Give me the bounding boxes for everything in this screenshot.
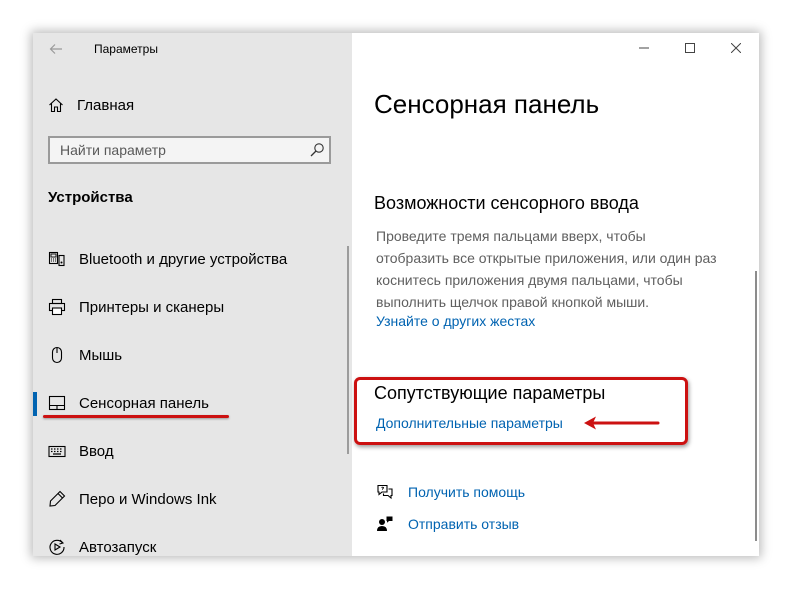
- send-feedback-label: Отправить отзыв: [408, 516, 520, 532]
- sidebar-item-touchpad[interactable]: Сенсорная панель: [33, 380, 352, 428]
- gestures-description: Проведите тремя пальцами вверх, чтобы от…: [376, 228, 717, 310]
- sidebar-item-label: Принтеры и сканеры: [79, 299, 225, 316]
- annotation-arrow-icon: [584, 416, 660, 430]
- sidebar-item-label: Bluetooth и другие устройства: [79, 251, 288, 268]
- minimize-button[interactable]: [621, 33, 667, 63]
- sidebar-item-label: Автозапуск: [79, 539, 157, 556]
- sidebar-item-typing[interactable]: Ввод: [33, 428, 352, 476]
- search-icon[interactable]: [309, 142, 325, 158]
- gestures-heading: Возможности сенсорного ввода: [374, 193, 639, 213]
- sidebar-item-printers[interactable]: Принтеры и сканеры: [33, 284, 352, 332]
- maximize-icon: [685, 43, 695, 53]
- printer-icon: [48, 298, 66, 316]
- bluetooth-devices-icon: [48, 250, 66, 268]
- mouse-icon: [48, 346, 66, 364]
- active-indicator: [33, 392, 37, 416]
- sidebar-item-bluetooth[interactable]: Bluetooth и другие устройства: [33, 236, 352, 284]
- annotation-highlight-box: [354, 377, 688, 445]
- main-content: Сенсорная панель Возможности сенсорного …: [352, 33, 759, 556]
- annotation-underline: [43, 415, 229, 418]
- help-chat-icon: [377, 484, 393, 500]
- more-gestures-link[interactable]: Узнайте о других жестах: [376, 313, 535, 329]
- search-box[interactable]: [48, 136, 331, 164]
- pen-icon: [48, 490, 66, 508]
- sidebar-item-pen[interactable]: Перо и Windows Ink: [33, 476, 352, 524]
- sidebar-item-autoplay[interactable]: Автозапуск: [33, 524, 352, 556]
- section-title: Устройства: [48, 189, 133, 206]
- back-button[interactable]: [43, 37, 69, 61]
- close-button[interactable]: [713, 33, 759, 63]
- get-help-link[interactable]: Получить помощь: [376, 483, 525, 501]
- minimize-icon: [639, 47, 649, 49]
- home-icon: [49, 98, 63, 113]
- close-icon: [731, 43, 741, 53]
- sidebar-item-label: Ввод: [79, 443, 114, 460]
- maximize-button[interactable]: [667, 33, 713, 63]
- sidebar-item-label: Мышь: [79, 347, 123, 364]
- sidebar-item-mouse[interactable]: Мышь: [33, 332, 352, 380]
- window-controls: [621, 33, 759, 63]
- main-scrollbar[interactable]: [755, 271, 757, 541]
- sidebar-item-label: Перо и Windows Ink: [79, 491, 217, 508]
- home-label: Главная: [77, 96, 135, 114]
- sidebar-scrollbar[interactable]: [347, 246, 349, 454]
- get-help-label: Получить помощь: [408, 484, 526, 500]
- sidebar: Параметры Главная Устройства: [33, 33, 352, 556]
- touchpad-icon: [48, 394, 66, 412]
- back-arrow-icon: [49, 44, 62, 54]
- keyboard-icon: [48, 442, 66, 460]
- feedback-icon: [377, 516, 393, 531]
- sidebar-nav: Bluetooth и другие устройства Принтеры и…: [33, 236, 352, 556]
- settings-window: Параметры Главная Устройства: [33, 33, 759, 556]
- home-link[interactable]: Главная: [48, 95, 134, 115]
- search-input[interactable]: [50, 138, 310, 162]
- app-title: Параметры: [94, 42, 158, 56]
- autoplay-icon: [48, 538, 66, 556]
- send-feedback-link[interactable]: Отправить отзыв: [376, 515, 519, 533]
- sidebar-item-label: Сенсорная панель: [79, 395, 209, 412]
- page-title: Сенсорная панель: [374, 89, 600, 119]
